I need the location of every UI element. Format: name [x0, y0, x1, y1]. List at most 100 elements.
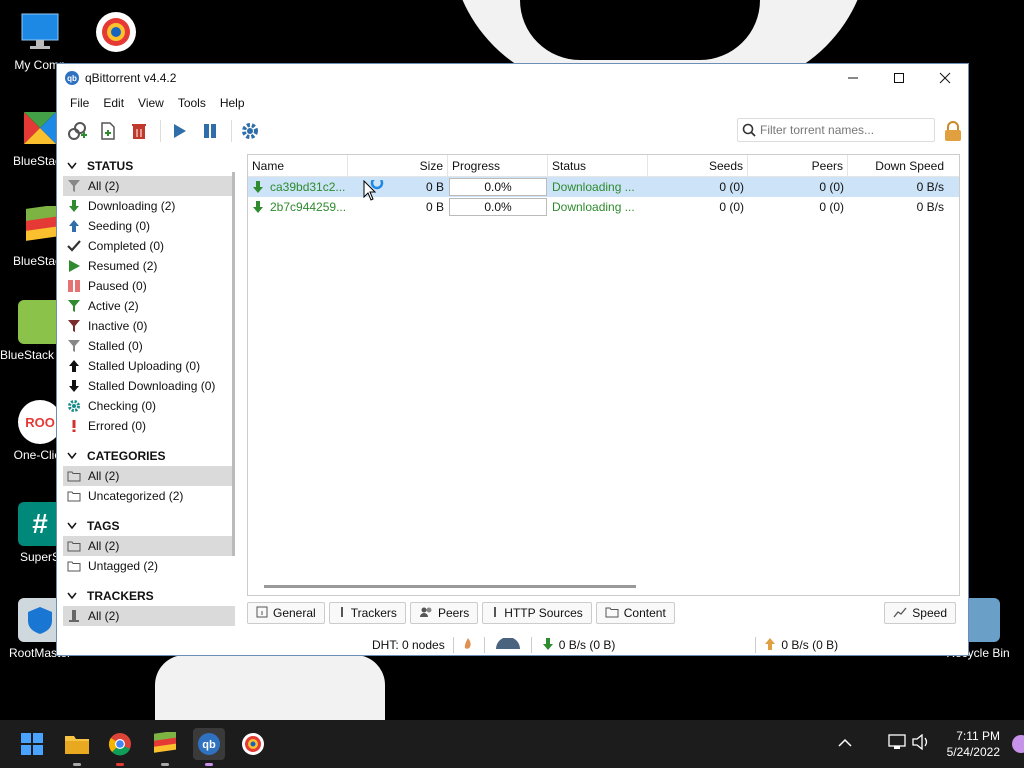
- menu-help[interactable]: Help: [213, 96, 252, 110]
- bluestacks-icon: [154, 732, 176, 753]
- running-indicator: [161, 763, 169, 766]
- tab-peers[interactable]: Peers: [409, 602, 479, 624]
- clock-time: 7:11 PM: [956, 729, 1000, 743]
- tab-general[interactable]: General: [247, 602, 325, 624]
- tab-content[interactable]: Content: [595, 602, 675, 624]
- pause-icon: [204, 124, 216, 138]
- tracker-item-all[interactable]: All (2): [63, 606, 235, 626]
- status-item-checking[interactable]: Checking (0): [63, 396, 235, 416]
- column-header-status[interactable]: Status: [548, 155, 648, 176]
- status-item-stalled-downloading[interactable]: Stalled Downloading (0): [63, 376, 235, 396]
- connection-status-icon[interactable]: [462, 637, 474, 654]
- taskbar-bluestacks[interactable]: [149, 728, 181, 766]
- column-header-peers[interactable]: Peers: [748, 155, 848, 176]
- menu-edit[interactable]: Edit: [96, 96, 131, 110]
- speed-limit-icon[interactable]: [495, 636, 521, 653]
- show-hidden-icons-button[interactable]: [838, 737, 852, 751]
- progress-text: 0.0%: [484, 200, 512, 214]
- pause-button[interactable]: [196, 117, 224, 145]
- category-item-all[interactable]: All (2): [63, 466, 235, 486]
- running-indicator: [116, 763, 124, 766]
- tag-item-all[interactable]: All (2): [63, 536, 235, 556]
- download-arrow-icon: [67, 199, 81, 213]
- section-title: STATUS: [87, 159, 134, 173]
- minimize-button[interactable]: [830, 64, 876, 92]
- status-item-seeding[interactable]: Seeding (0): [63, 216, 235, 236]
- taskbar-qbittorrent[interactable]: qb: [193, 728, 225, 766]
- status-item-paused[interactable]: Paused (0): [63, 276, 235, 296]
- speed-graph-icon: [893, 606, 907, 621]
- horizontal-scrollbar[interactable]: [264, 585, 636, 588]
- table-row[interactable]: ca39bd31c2... 0 B 0.0% Downloading ... 0…: [248, 177, 959, 197]
- lock-button[interactable]: [943, 120, 963, 142]
- status-separator: [483, 637, 485, 653]
- status-item-completed[interactable]: Completed (0): [63, 236, 235, 256]
- close-button[interactable]: [922, 64, 968, 92]
- torrent-name: ca39bd31c2...: [270, 180, 346, 194]
- status-item-inactive[interactable]: Inactive (0): [63, 316, 235, 336]
- exclamation-icon: [67, 419, 81, 433]
- tag-item-untagged[interactable]: Untagged (2): [63, 556, 235, 576]
- title-bar[interactable]: qb qBittorrent v4.4.2: [57, 64, 968, 92]
- global-download-speed: 0 B/s (0 B): [558, 638, 616, 652]
- trackers-section-header[interactable]: TRACKERS: [63, 586, 235, 606]
- folder-icon: [67, 469, 81, 483]
- status-item-active[interactable]: Active (2): [63, 296, 235, 316]
- add-torrent-link-button[interactable]: [63, 117, 91, 145]
- status-item-stalled[interactable]: Stalled (0): [63, 336, 235, 356]
- status-section-header[interactable]: STATUS: [63, 156, 235, 176]
- taskbar-file-explorer[interactable]: [61, 728, 93, 766]
- status-separator: [530, 637, 532, 653]
- add-torrent-file-button[interactable]: [94, 117, 122, 145]
- delete-button[interactable]: [125, 117, 153, 145]
- search-box[interactable]: [737, 118, 935, 142]
- status-item-resumed[interactable]: Resumed (2): [63, 256, 235, 276]
- status-item-all[interactable]: All (2): [63, 176, 235, 196]
- clock[interactable]: 7:11 PM 5/24/2022: [947, 728, 1000, 760]
- notification-badge[interactable]: [1012, 735, 1024, 753]
- tab-http-sources[interactable]: HTTP Sources: [482, 602, 592, 624]
- qbittorrent-window: qb qBittorrent v4.4.2 File Edit View Too…: [56, 63, 969, 656]
- desktop-icon-avg[interactable]: [76, 10, 156, 58]
- volume-button[interactable]: [912, 733, 932, 753]
- categories-section-header[interactable]: CATEGORIES: [63, 446, 235, 466]
- status-item-label: Checking (0): [88, 399, 157, 413]
- sidebar-scrollbar[interactable]: [232, 172, 235, 556]
- status-item-downloading[interactable]: Downloading (2): [63, 196, 235, 216]
- folder-icon: [65, 736, 89, 754]
- table-row[interactable]: 2b7c944259... 0 B 0.0% Downloading ... 0…: [248, 197, 959, 217]
- start-button[interactable]: [16, 728, 48, 760]
- resume-button[interactable]: [165, 117, 193, 145]
- menu-view[interactable]: View: [131, 96, 171, 110]
- tab-trackers[interactable]: Trackers: [328, 602, 406, 624]
- tab-speed[interactable]: Speed: [884, 602, 956, 624]
- status-item-stalled-uploading[interactable]: Stalled Uploading (0): [63, 356, 235, 376]
- category-item-uncategorized[interactable]: Uncategorized (2): [63, 486, 235, 506]
- column-header-seeds[interactable]: Seeds: [648, 155, 748, 176]
- column-header-down-speed[interactable]: Down Speed: [848, 155, 948, 176]
- folder-icon: [67, 539, 81, 553]
- upload-arrow-icon: [764, 637, 776, 654]
- network-button[interactable]: [888, 734, 906, 753]
- server-icon: [491, 606, 499, 621]
- taskbar-avg-browser[interactable]: [237, 728, 269, 760]
- torrent-progress: 0.0%: [448, 197, 548, 217]
- status-item-label: Completed (0): [88, 239, 165, 253]
- search-icon: [742, 123, 756, 137]
- column-header-name[interactable]: Name: [248, 155, 348, 176]
- taskbar-chrome[interactable]: [104, 728, 136, 766]
- options-button[interactable]: [236, 117, 264, 145]
- filter-torrent-input[interactable]: [760, 123, 930, 137]
- toolbar-separator: [160, 120, 161, 142]
- maximize-button[interactable]: [876, 64, 922, 92]
- busy-cursor-icon: [363, 176, 384, 201]
- menu-file[interactable]: File: [63, 96, 96, 110]
- column-header-progress[interactable]: Progress: [448, 155, 548, 176]
- column-header-size[interactable]: Size: [348, 155, 448, 176]
- status-item-errored[interactable]: Errored (0): [63, 416, 235, 436]
- tracker-item-label: All (2): [88, 609, 120, 623]
- tags-section-header[interactable]: TAGS: [63, 516, 235, 536]
- status-item-label: Seeding (0): [88, 219, 151, 233]
- speaker-icon: [912, 733, 928, 751]
- menu-tools[interactable]: Tools: [171, 96, 213, 110]
